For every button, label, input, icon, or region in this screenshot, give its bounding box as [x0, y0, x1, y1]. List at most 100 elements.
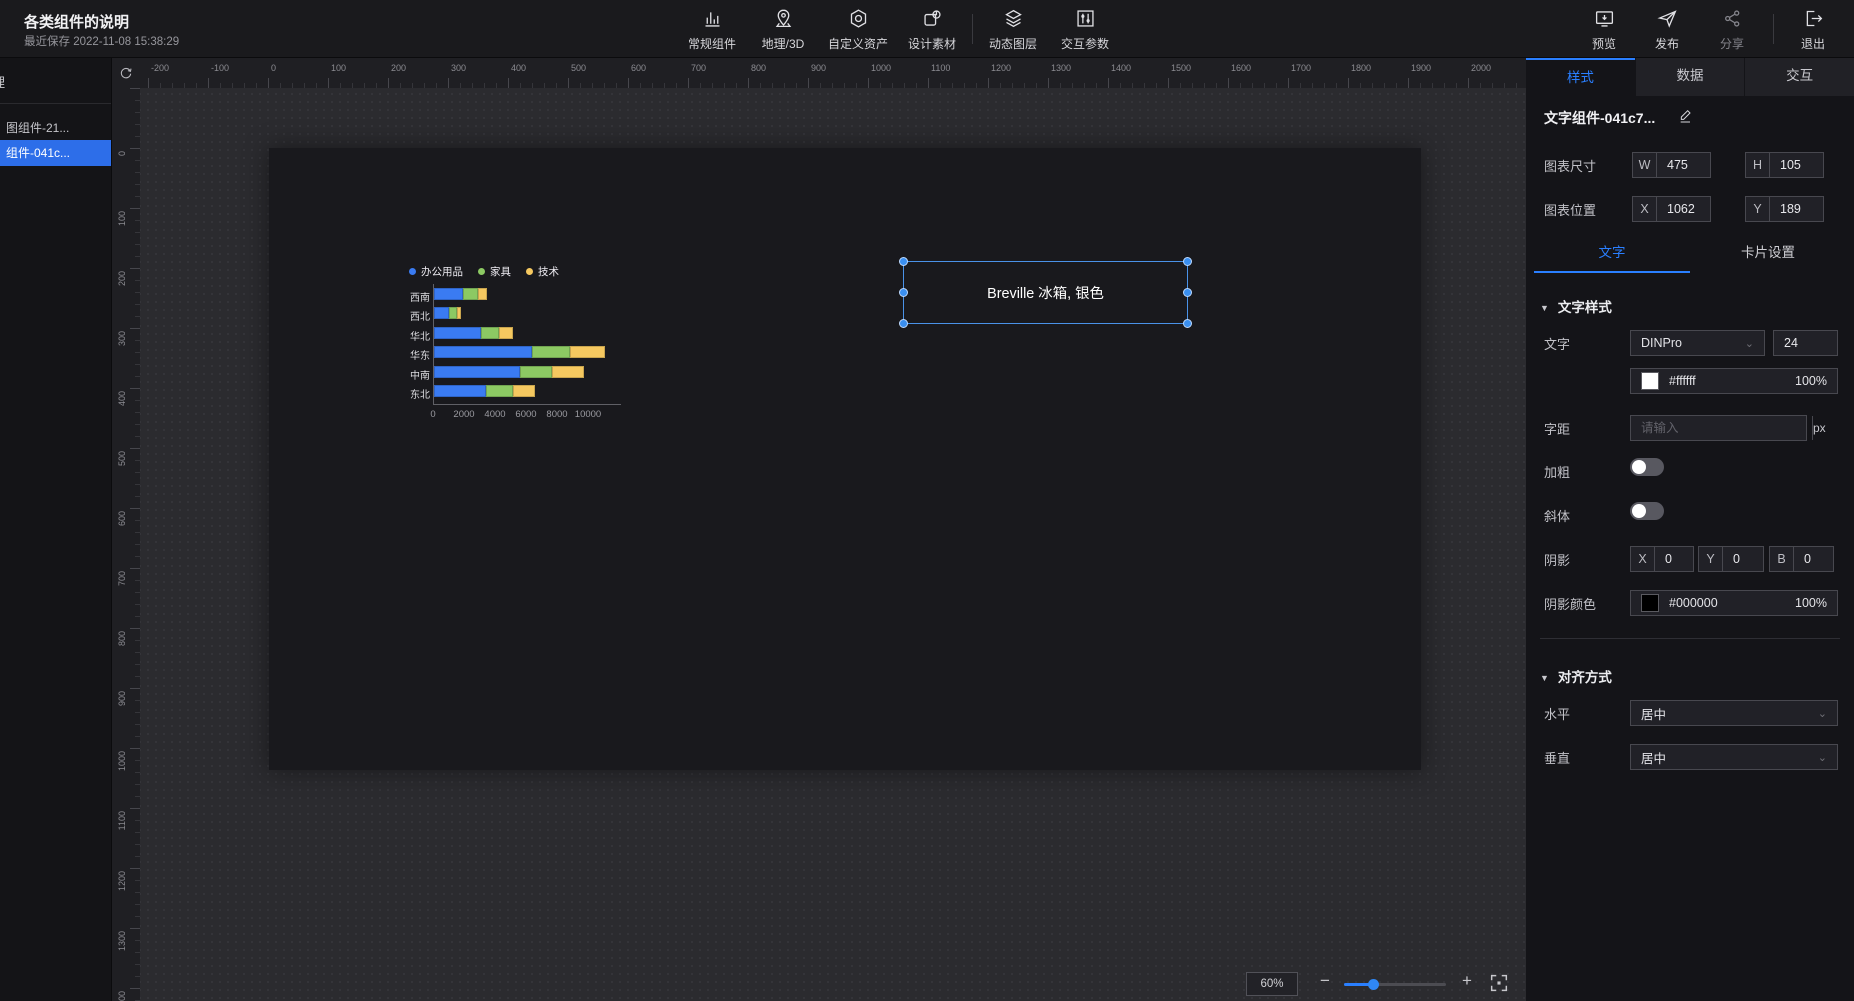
- y-field[interactable]: Y 189: [1745, 196, 1824, 222]
- inspector-tabs: 样式 数据 交互: [1526, 58, 1854, 96]
- v-ruler-label: 200: [117, 271, 127, 286]
- shadow-y-field[interactable]: Y 0: [1698, 546, 1764, 572]
- resize-handle-bottom-right[interactable]: [1183, 319, 1192, 328]
- h-ruler-label: 1900: [1411, 63, 1431, 73]
- bar-row: [434, 288, 487, 300]
- exit-icon: [1803, 8, 1824, 29]
- zoom-level-input[interactable]: [1246, 972, 1298, 996]
- refresh-icon[interactable]: [118, 65, 134, 81]
- font-size-value: 24: [1774, 336, 1837, 350]
- exit-button[interactable]: 退出: [1771, 8, 1854, 52]
- bar-segment-办公用品: [434, 327, 481, 339]
- vertical-align-label: 垂直: [1544, 748, 1570, 767]
- active-subtab-underline: [1534, 271, 1690, 273]
- layers-icon: [1003, 8, 1024, 29]
- subtab-card-settings[interactable]: 卡片设置: [1690, 238, 1846, 268]
- legend-dot-icon: [409, 268, 416, 275]
- horizontal-ruler: -200-10001002003004005006007008009001000…: [140, 58, 1526, 88]
- bar-segment-办公用品: [434, 366, 520, 378]
- shadow-blur-value: 0: [1794, 552, 1833, 566]
- section-title: 文字样式: [1558, 300, 1612, 315]
- resize-handle-top-left[interactable]: [899, 257, 908, 266]
- tab-style[interactable]: 样式: [1526, 58, 1635, 96]
- chart-category-label: 华北: [405, 328, 430, 343]
- toolbar-item-custom-assets[interactable]: 自定义资产: [816, 8, 900, 52]
- toolbar-item-design-assets[interactable]: 设计素材: [890, 8, 974, 52]
- resize-handle-mid-right[interactable]: [1183, 288, 1192, 297]
- position-label: 图表位置: [1544, 200, 1596, 219]
- zoom-slider-thumb[interactable]: [1368, 979, 1379, 990]
- vertical-align-select[interactable]: 居中 ⌄: [1630, 744, 1838, 770]
- align-section-header[interactable]: ▼对齐方式: [1540, 666, 1612, 686]
- h-ruler-label: 900: [811, 63, 826, 73]
- toolbar-item-interaction-params[interactable]: 交互参数: [1043, 8, 1127, 52]
- design-asset-icon: [922, 8, 943, 29]
- resize-handle-bottom-left[interactable]: [899, 319, 908, 328]
- zoom-in-button[interactable]: +: [1458, 971, 1476, 991]
- h-ruler-label: 1500: [1171, 63, 1191, 73]
- h-ruler-label: 2000: [1471, 63, 1491, 73]
- height-prefix: H: [1746, 153, 1770, 177]
- toolbar-item-geo3d[interactable]: 地理/3D: [741, 8, 825, 52]
- layer-item-text-selected[interactable]: 组件-041c...: [0, 140, 112, 166]
- pencil-icon: [1678, 108, 1694, 124]
- fit-screen-icon: [1488, 972, 1510, 994]
- bar-segment-家具: [532, 346, 571, 358]
- width-field[interactable]: W 475: [1632, 152, 1711, 178]
- v-ruler-label: 1300: [117, 931, 127, 951]
- fit-to-screen-button[interactable]: [1488, 972, 1510, 994]
- text-component-selected[interactable]: Breville 冰箱, 银色: [903, 261, 1188, 324]
- text-style-section-header[interactable]: ▼文字样式: [1540, 296, 1612, 316]
- subtab-text[interactable]: 文字: [1534, 238, 1690, 268]
- share-button[interactable]: 分享: [1690, 8, 1774, 52]
- resize-handle-mid-left[interactable]: [899, 288, 908, 297]
- letter-spacing-unit: px: [1812, 416, 1826, 440]
- monitor-icon: [1594, 8, 1615, 29]
- font-family-select[interactable]: DINPro ⌄: [1630, 330, 1765, 356]
- bar-segment-办公用品: [434, 346, 532, 358]
- tab-data[interactable]: 数据: [1635, 58, 1745, 96]
- font-size-field[interactable]: 24: [1773, 330, 1838, 356]
- bold-toggle[interactable]: [1630, 458, 1664, 476]
- legend-item[interactable]: 技术: [526, 264, 559, 279]
- bar-segment-技术: [478, 288, 487, 300]
- legend-item[interactable]: 办公用品: [409, 264, 463, 279]
- bar-row: [434, 366, 584, 378]
- h-ruler-label: 1100: [931, 63, 950, 73]
- color-swatch[interactable]: [1641, 372, 1659, 390]
- legend-dot-icon: [526, 268, 533, 275]
- zoom-out-button[interactable]: −: [1316, 971, 1334, 991]
- font-color-field[interactable]: #ffffff 100%: [1630, 368, 1838, 394]
- zoom-slider[interactable]: [1344, 983, 1446, 986]
- italic-toggle[interactable]: [1630, 502, 1664, 520]
- y-value: 189: [1770, 202, 1823, 216]
- color-swatch[interactable]: [1641, 594, 1659, 612]
- toolbar-item-label: 交互参数: [1043, 35, 1127, 52]
- v-ruler-label: 100: [117, 211, 127, 226]
- letter-spacing-input[interactable]: [1631, 416, 1812, 440]
- legend-item[interactable]: 家具: [478, 264, 511, 279]
- shadow-x-field[interactable]: X 0: [1630, 546, 1694, 572]
- text-component-content: Breville 冰箱, 银色: [987, 282, 1104, 303]
- x-field[interactable]: X 1062: [1632, 196, 1711, 222]
- shadow-y-prefix: Y: [1699, 547, 1723, 571]
- v-ruler-label: 500: [117, 451, 127, 466]
- horizontal-align-label: 水平: [1544, 704, 1570, 723]
- horizontal-align-select[interactable]: 居中 ⌄: [1630, 700, 1838, 726]
- canvas-workspace[interactable]: 办公用品家具技术 西南西北华北华东中南东北 020004000600080001…: [112, 58, 1526, 1001]
- action-label: 退出: [1771, 35, 1854, 52]
- hexagon-icon: [848, 8, 869, 29]
- bar-segment-办公用品: [434, 385, 486, 397]
- height-field[interactable]: H 105: [1745, 152, 1824, 178]
- tab-interaction[interactable]: 交互: [1744, 58, 1854, 96]
- layer-item-chart[interactable]: 图组件-21...: [0, 115, 112, 141]
- italic-label: 斜体: [1544, 506, 1570, 525]
- edit-name-button[interactable]: [1678, 108, 1694, 124]
- stacked-bar-chart-component[interactable]: 办公用品家具技术 西南西北华北华东中南东北 020004000600080001…: [405, 262, 645, 427]
- shadow-color-field[interactable]: #000000 100%: [1630, 590, 1838, 616]
- artboard[interactable]: 办公用品家具技术 西南西北华北华东中南东北 020004000600080001…: [269, 148, 1421, 770]
- shadow-blur-field[interactable]: B 0: [1769, 546, 1834, 572]
- h-ruler-label: -100: [211, 63, 229, 73]
- bold-label: 加粗: [1544, 462, 1570, 481]
- resize-handle-top-right[interactable]: [1183, 257, 1192, 266]
